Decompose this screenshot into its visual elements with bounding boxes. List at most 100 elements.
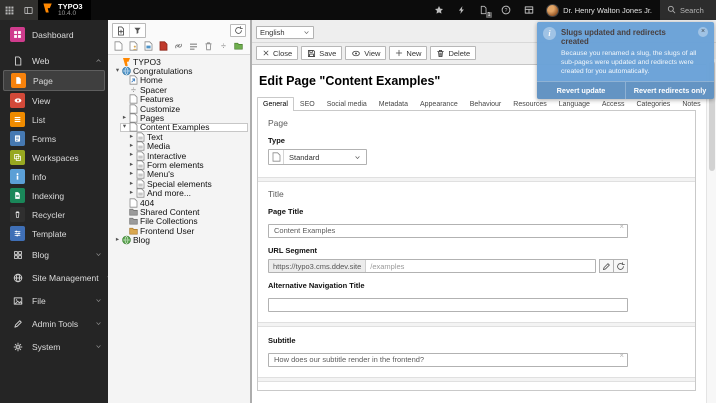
sidebar-item-info[interactable]: Info: [0, 167, 108, 186]
tree-item-shared-content[interactable]: Shared Content: [108, 207, 250, 216]
filter-funnel-icon[interactable]: [129, 24, 145, 37]
tree-item-menu-s[interactable]: ▸Menu's: [108, 170, 250, 179]
tree-expander-right-icon[interactable]: ▸: [128, 134, 135, 141]
drag-folder-icon[interactable]: [233, 41, 243, 51]
tree-item-media[interactable]: ▸Media: [108, 142, 250, 151]
toast-action-revert-update[interactable]: Revert update: [537, 82, 625, 99]
new-page-icon[interactable]: [113, 24, 129, 37]
tree-refresh-icon[interactable]: [230, 24, 246, 37]
tree-item-typo3[interactable]: TYPO3: [108, 57, 250, 66]
tree-item-and-more[interactable]: ▸And more...: [108, 188, 250, 197]
tree-expander-right-icon[interactable]: ▸: [128, 143, 135, 150]
tab-appearance[interactable]: Appearance: [414, 97, 464, 111]
tree-item-file-collections[interactable]: File Collections: [108, 217, 250, 226]
tree-item-interactive[interactable]: ▸Interactive: [108, 151, 250, 160]
backend-users-icon[interactable]: [524, 5, 534, 15]
sidebar-item-admin-tools[interactable]: Admin Tools: [0, 312, 108, 335]
sidebar-item-indexing[interactable]: Indexing: [0, 186, 108, 205]
drag-shortcut-page-icon[interactable]: [128, 41, 138, 51]
sidebar-item-web[interactable]: Web: [0, 51, 108, 70]
help-icon[interactable]: ?: [501, 5, 511, 15]
alt-nav-title-input[interactable]: [268, 298, 628, 312]
sidebar-item-system[interactable]: System: [0, 335, 108, 358]
edit-slug-pencil-icon[interactable]: [599, 259, 614, 273]
sidebar-item-view[interactable]: View: [0, 91, 108, 110]
tree-expander-right-icon[interactable]: ▸: [114, 237, 121, 244]
tree-item-spacer[interactable]: ÷Spacer: [108, 85, 250, 94]
sidebar-item-dashboard[interactable]: Dashboard: [0, 25, 108, 44]
tree-expander-right-icon[interactable]: ▸: [128, 152, 135, 159]
tree-item-home[interactable]: Home: [108, 76, 250, 85]
drag-divider-icon[interactable]: ÷: [218, 41, 228, 51]
type-select[interactable]: Standard: [268, 149, 367, 165]
tree-item-special-elements[interactable]: ▸Special elements: [108, 179, 250, 188]
tree-item-404[interactable]: 404: [108, 198, 250, 207]
tree-item-form-elements[interactable]: ▸Form elements: [108, 160, 250, 169]
tree-expander-right-icon[interactable]: ▸: [128, 190, 135, 197]
sidebar-item-page[interactable]: Page: [3, 70, 105, 91]
tab-social-media[interactable]: Social media: [321, 97, 373, 111]
url-segment-value: /examples: [366, 260, 595, 272]
clear-cache-bolt-icon[interactable]: [457, 5, 466, 15]
tree-item-pages[interactable]: ▸Pages: [108, 113, 250, 122]
tab-behaviour[interactable]: Behaviour: [464, 97, 508, 111]
view-button[interactable]: View: [345, 46, 386, 60]
save-button[interactable]: Save: [301, 46, 342, 60]
sidebar-item-forms[interactable]: Forms: [0, 129, 108, 148]
sidebar-item-label: File: [32, 296, 46, 306]
tree-item-frontend-user[interactable]: Frontend User: [108, 226, 250, 235]
tree-item-text[interactable]: ▸Text: [108, 132, 250, 141]
subtitle-input[interactable]: [268, 353, 628, 367]
tree-item-customize[interactable]: Customize: [108, 104, 250, 113]
tree-item-content-examples[interactable]: ▾Content Examples: [108, 123, 250, 132]
tab-seo[interactable]: SEO: [294, 97, 321, 111]
global-search[interactable]: Search: [660, 0, 716, 20]
url-segment-input[interactable]: https://typo3.cms.ddev.site /examples: [268, 259, 596, 273]
tab-metadata[interactable]: Metadata: [373, 97, 414, 111]
bookmarks-star-icon[interactable]: [434, 5, 444, 15]
tree-item-blog[interactable]: ▸Blog: [108, 235, 250, 244]
sidebar-item-template[interactable]: Template: [0, 224, 108, 243]
drag-link-page-icon[interactable]: [173, 41, 183, 51]
navigation-toggle-icon[interactable]: [19, 0, 38, 20]
close-button[interactable]: Close: [256, 46, 298, 60]
tree-item-features[interactable]: Features: [108, 95, 250, 104]
toast-action-revert-redirects-only[interactable]: Revert redirects only: [625, 82, 714, 99]
sidebar-item-blog[interactable]: Blog: [0, 243, 108, 266]
sidebar-item-recycler[interactable]: Recycler: [0, 205, 108, 224]
tree-expander-down-icon[interactable]: ▾: [121, 124, 128, 131]
sidebar-item-label: Web: [32, 56, 49, 66]
sidebar-item-site-management[interactable]: Site Management: [0, 266, 108, 289]
sidebar-item-workspaces[interactable]: Workspaces: [0, 148, 108, 167]
tab-general[interactable]: General: [257, 97, 294, 111]
drag-recycler-icon[interactable]: [203, 41, 213, 51]
tree-expander-right-icon[interactable]: ▸: [128, 181, 135, 188]
type-label: Type: [268, 136, 685, 145]
toast-close-icon[interactable]: ×: [698, 27, 708, 37]
drag-spacer-icon[interactable]: [188, 41, 198, 51]
clear-field-icon[interactable]: ×: [619, 352, 624, 360]
drag-mount-page-icon[interactable]: [143, 41, 153, 51]
tree-expander-right-icon[interactable]: ▸: [128, 162, 135, 169]
sidebar-gap: [0, 44, 108, 51]
typo3-logo[interactable]: TYPO3 10.4.0: [38, 0, 91, 20]
sidebar-item-file[interactable]: File: [0, 289, 108, 312]
delete-button[interactable]: Delete: [430, 46, 476, 60]
drag-new-page-icon[interactable]: [113, 41, 123, 51]
user-menu[interactable]: Dr. Henry Walton Jones Jr.: [546, 0, 652, 20]
modulemenu-toggle-icon[interactable]: [0, 0, 19, 20]
recalculate-slug-refresh-icon[interactable]: [613, 259, 628, 273]
language-select[interactable]: English: [256, 26, 314, 39]
page-title-input[interactable]: [268, 224, 628, 238]
content-scrollbar[interactable]: [706, 59, 716, 403]
tree-expander-down-icon[interactable]: ▾: [114, 68, 121, 75]
tree-expander-right-icon[interactable]: ▸: [128, 171, 135, 178]
chevron-up-icon: [95, 57, 102, 64]
tree-item-congratulations[interactable]: ▾Congratulations: [108, 66, 250, 75]
opened-documents-icon[interactable]: 1: [479, 5, 488, 15]
clear-field-icon[interactable]: ×: [619, 223, 624, 231]
sidebar-item-list[interactable]: List: [0, 110, 108, 129]
tree-expander-right-icon[interactable]: ▸: [121, 115, 128, 122]
drag-404-page-icon[interactable]: [158, 41, 168, 51]
new-button[interactable]: New: [389, 46, 427, 60]
